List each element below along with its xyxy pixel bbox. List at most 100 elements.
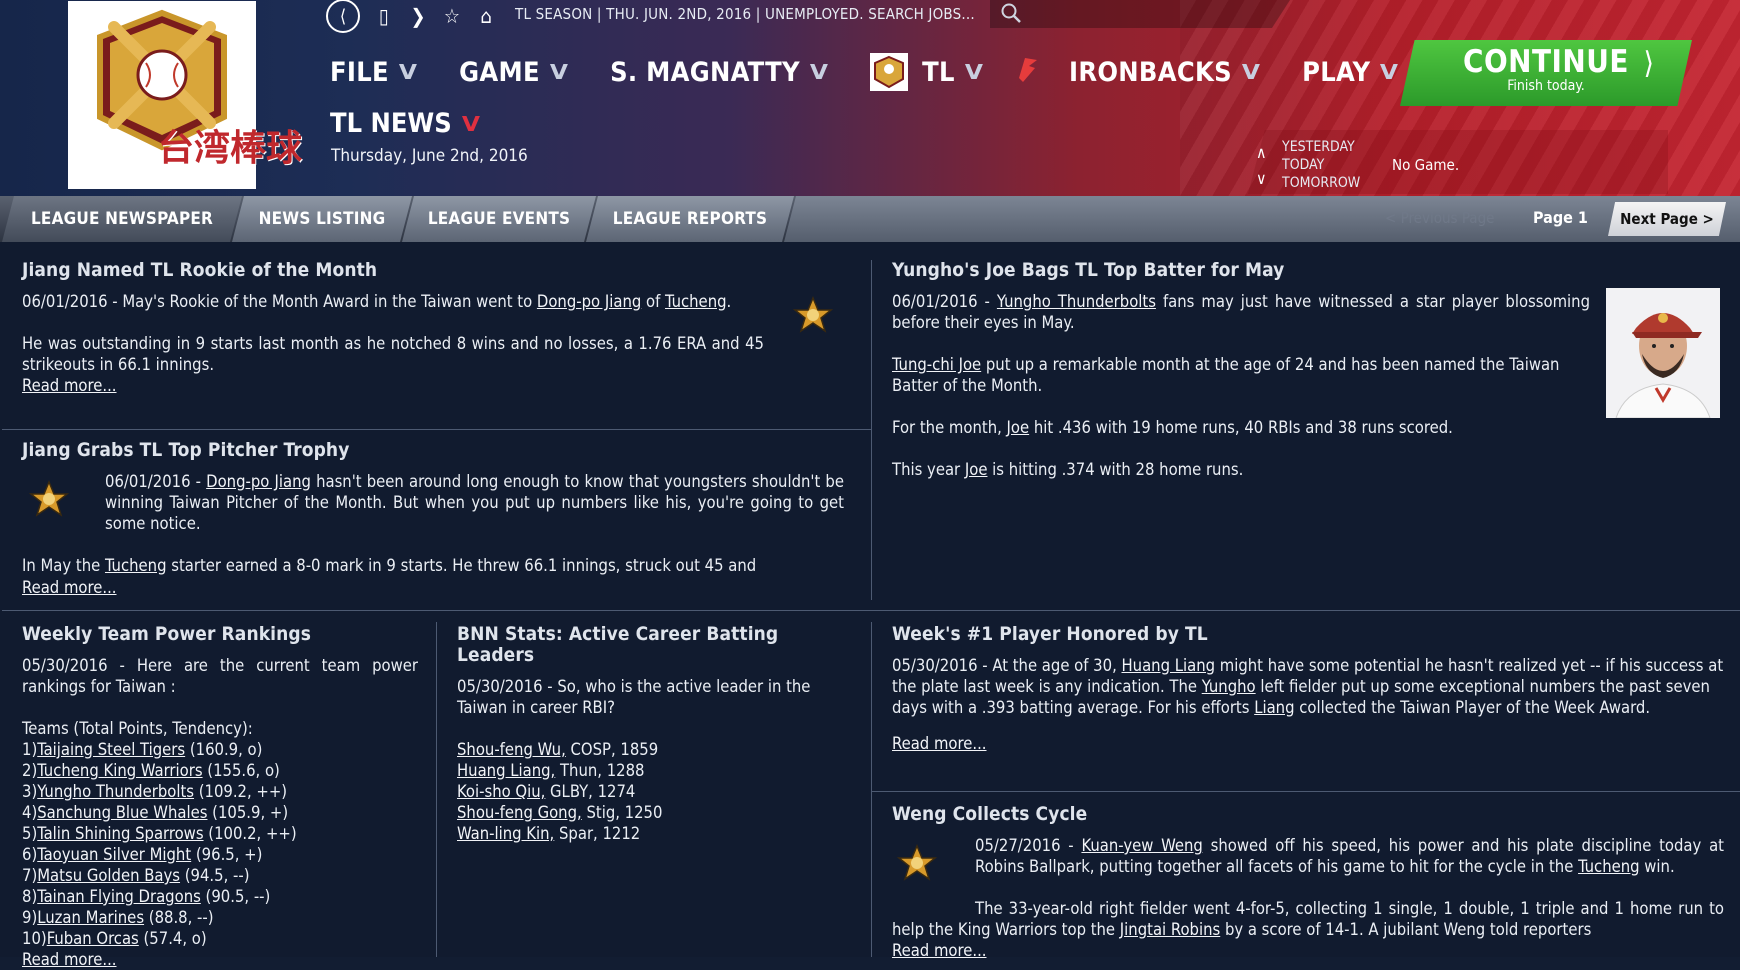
rank-number: 6) — [22, 845, 38, 864]
previous-page-button[interactable]: < Previous Page — [1385, 209, 1494, 227]
leader-row: Koi-sho Qiu, GLBY, 1274 — [457, 781, 853, 802]
team-link[interactable]: Yungho Thunderbolts — [37, 782, 194, 801]
leader-stats: COSP, 1859 — [565, 740, 659, 759]
newspaper-content: Jiang Named TL Rookie of the Month 06/01… — [0, 242, 1740, 969]
chevron-down-icon: V — [1380, 60, 1399, 84]
leader-stats: Stig, 1250 — [581, 803, 663, 822]
article-title[interactable]: Week's #1 Player Honored by TL — [892, 624, 1730, 645]
continue-button[interactable]: CONTINUE Finish today. ⟩ — [1400, 40, 1692, 106]
chevron-up-icon[interactable]: ∧ — [1256, 140, 1267, 166]
text: win. — [1639, 857, 1675, 876]
rank-number: 10) — [22, 929, 47, 948]
menu-team[interactable]: IRONBACKS V — [1019, 54, 1261, 91]
read-more-link[interactable]: Read more... — [892, 734, 987, 753]
article-title[interactable]: Weng Collects Cycle — [892, 804, 1724, 825]
team-link[interactable]: Fuban Orcas — [47, 929, 139, 948]
player-link[interactable]: Dong-po Jiang — [206, 472, 311, 491]
article-title[interactable]: Weekly Team Power Rankings — [22, 624, 418, 645]
player-link[interactable]: Shou-feng Gong, — [457, 803, 582, 822]
team-link[interactable]: Tucheng — [105, 556, 167, 575]
team-link[interactable]: Tucheng King Warriors — [37, 761, 202, 780]
read-more-link[interactable]: Read more... — [22, 577, 117, 598]
rank-stats: (160.9, o) — [185, 740, 263, 759]
menu-manager[interactable]: S. MAGNATTY V — [610, 57, 828, 88]
search-icon[interactable] — [1000, 2, 1022, 24]
text: of — [641, 292, 666, 311]
forward-icon[interactable]: ❯ — [408, 4, 428, 28]
team-link[interactable]: Yungho — [1202, 677, 1256, 696]
leader-stats: Spar, 1212 — [554, 824, 641, 843]
team-link[interactable]: Tucheng — [665, 292, 727, 311]
article-title[interactable]: Jiang Named TL Rookie of the Month — [22, 260, 764, 281]
team-link[interactable]: Tucheng — [1578, 857, 1640, 876]
article-batting-leaders: BNN Stats: Active Career Batting Leaders… — [457, 624, 853, 844]
ranking-row: 5)Talin Shining Sparrows (100.2, ++) — [22, 823, 418, 844]
next-page-button[interactable]: Next Page > — [1608, 202, 1726, 236]
ranking-row: 8)Tainan Flying Dragons (90.5, --) — [22, 886, 418, 907]
article-title[interactable]: Yungho's Joe Bags TL Top Batter for May — [892, 260, 1590, 281]
tab-league-events[interactable]: LEAGUE EVENTS — [402, 196, 596, 242]
menu-game[interactable]: GAME V — [459, 57, 568, 88]
player-link[interactable]: Liang — [1254, 698, 1294, 717]
menu-play[interactable]: PLAY V — [1302, 57, 1399, 88]
tab-league-reports[interactable]: LEAGUE REPORTS — [586, 196, 794, 242]
text: put up a remarkable month at the age of … — [892, 355, 1560, 395]
page-title[interactable]: TL NEWS V — [330, 108, 480, 139]
team-link[interactable]: Sanchung Blue Whales — [37, 803, 207, 822]
home-icon[interactable]: ⌂ — [476, 4, 496, 28]
article-title[interactable]: Jiang Grabs TL Top Pitcher Trophy — [22, 440, 844, 461]
player-link[interactable]: Tung-chi Joe — [892, 355, 981, 374]
player-link[interactable]: Kuan-yew Weng — [1081, 836, 1202, 855]
menu-league[interactable]: TL V — [870, 53, 983, 91]
league-logo[interactable]: 台湾棒球 — [68, 1, 302, 189]
rank-stats: (94.5, --) — [180, 866, 250, 885]
team-link[interactable]: Luzan Marines — [37, 908, 144, 927]
day-yesterday[interactable]: YESTERDAY — [1282, 138, 1360, 156]
team-link[interactable]: Tainan Flying Dragons — [37, 887, 201, 906]
article-paragraph: 06/01/2016 - Yungho Thunderbolts fans ma… — [892, 291, 1590, 333]
read-more-link[interactable]: Read more... — [22, 950, 117, 969]
player-link[interactable]: Shou-feng Wu, — [457, 740, 566, 759]
tab-label: LEAGUE REPORTS — [612, 209, 768, 229]
day-today[interactable]: TODAY — [1282, 156, 1360, 174]
back-button[interactable]: ⟨ — [326, 0, 360, 33]
article-title[interactable]: BNN Stats: Active Career Batting Leaders — [457, 624, 853, 666]
breadcrumb[interactable]: TL SEASON | THU. JUN. 2ND, 2016 | UNEMPL… — [515, 5, 975, 23]
team-link[interactable]: Matsu Golden Bays — [37, 866, 180, 885]
chevron-down-icon[interactable]: ∨ — [1256, 166, 1267, 192]
tab-news-listing[interactable]: NEWS LISTING — [232, 196, 412, 242]
chevron-down-icon: V — [1241, 60, 1261, 84]
player-link[interactable]: Huang Liang, — [457, 761, 555, 780]
team-link[interactable]: Jingtai Robins — [1120, 920, 1220, 939]
player-link[interactable]: Dong-po Jiang — [537, 292, 641, 311]
player-link[interactable]: Wan-ling Kin, — [457, 824, 554, 843]
player-link[interactable]: Joe — [1007, 418, 1030, 437]
tab-league-newspaper[interactable]: LEAGUE NEWSPAPER — [2, 196, 242, 242]
team-link[interactable]: Taijaing Steel Tigers — [37, 740, 185, 759]
text: 06/01/2016 - May's Rookie of the Month A… — [22, 292, 537, 311]
article-player-of-week: Week's #1 Player Honored by TL 05/30/201… — [892, 624, 1730, 754]
text: hit .436 with 19 home runs, 40 RBIs and … — [1029, 418, 1453, 437]
team-link[interactable]: Yungho Thunderbolts — [997, 292, 1156, 311]
read-more-link[interactable]: Read more... — [22, 376, 117, 395]
page-icon[interactable]: ▯ — [374, 4, 394, 28]
article-paragraph: 05/30/2016 - At the age of 30, Huang Lia… — [892, 655, 1730, 718]
player-link[interactable]: Huang Liang — [1122, 656, 1216, 675]
menu-file[interactable]: FILE V — [330, 57, 417, 88]
team-link[interactable]: Taoyuan Silver Might — [37, 845, 191, 864]
column-divider — [871, 622, 872, 957]
star-icon[interactable]: ☆ — [442, 4, 462, 28]
page-title-label: TL NEWS — [330, 108, 452, 139]
day-arrows: ∧ ∨ — [1256, 140, 1267, 192]
article-paragraph: In May the Tucheng starter earned a 8-0 … — [22, 555, 844, 576]
read-more-link[interactable]: Read more... — [892, 941, 987, 960]
article-paragraph: 05/30/2016 - So, who is the active leade… — [457, 677, 811, 717]
rank-stats: (90.5, --) — [200, 887, 271, 906]
player-portrait[interactable] — [1606, 288, 1720, 418]
player-link[interactable]: Koi-sho Qiu, — [457, 782, 545, 801]
article-paragraph: 06/01/2016 - Dong-po Jiang hasn't been a… — [22, 471, 844, 534]
day-tomorrow[interactable]: TOMORROW — [1282, 174, 1360, 192]
team-link[interactable]: Talin Shining Sparrows — [37, 824, 203, 843]
player-link[interactable]: Joe — [965, 460, 988, 479]
search-bar[interactable] — [990, 0, 1290, 28]
